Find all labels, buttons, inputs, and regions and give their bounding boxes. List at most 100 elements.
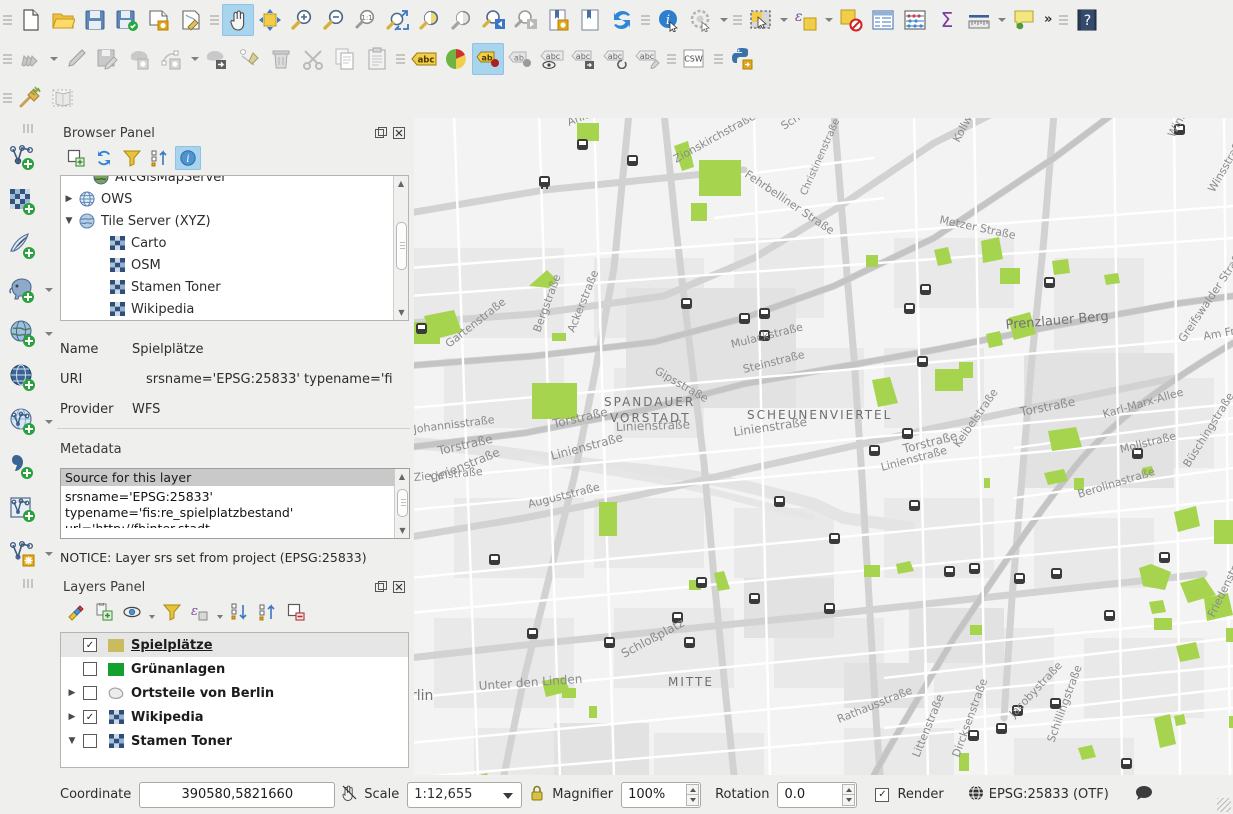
rotate-label-icon[interactable]: abc <box>600 43 632 75</box>
toolbar-grip[interactable] <box>641 9 650 31</box>
metadata-box[interactable]: Source for this layer srsname='EPSG:2583… <box>60 468 410 539</box>
map-tips-icon[interactable] <box>1008 4 1040 36</box>
lock-icon[interactable] <box>530 785 544 805</box>
save-project-icon[interactable] <box>79 4 111 36</box>
scrollbar-thumb[interactable] <box>397 489 408 517</box>
add-wfs-layer-button[interactable] <box>0 400 55 444</box>
measure-line-icon[interactable] <box>963 4 995 36</box>
add-selected-layers-button[interactable] <box>63 146 89 170</box>
add-spatialite-layer-button[interactable] <box>0 312 55 356</box>
expander-icon[interactable]: ▶ <box>61 194 77 204</box>
scroll-up-icon[interactable]: ▲ <box>394 176 408 191</box>
chevron-down-icon[interactable] <box>717 4 730 36</box>
zoom-full-icon[interactable] <box>382 4 414 36</box>
browser-tree[interactable]: ArcGisMapServer ▶ OWS ▼ Tile Server (XYZ) Car… <box>60 175 409 321</box>
spinner-down-icon[interactable] <box>842 793 856 806</box>
chevron-down-icon[interactable] <box>42 274 55 306</box>
filter-legend-button[interactable] <box>159 600 185 624</box>
refresh-button[interactable] <box>91 146 117 170</box>
layer-row[interactable]: ▶ Ortsteile von Berlin <box>61 681 408 705</box>
open-layer-styling-button[interactable] <box>63 600 89 624</box>
layer-row[interactable]: ▶ ✓ Wikipedia <box>61 705 408 729</box>
expander-icon[interactable]: ▼ <box>61 736 83 746</box>
chevron-down-icon[interactable] <box>47 43 60 75</box>
chevron-down-icon[interactable] <box>215 600 225 624</box>
new-print-composer-icon[interactable] <box>143 4 175 36</box>
new-project-icon[interactable] <box>15 4 47 36</box>
move-feature-icon[interactable] <box>201 43 233 75</box>
help-icon[interactable]: ? <box>1071 4 1103 36</box>
copy-features-icon[interactable] <box>329 43 361 75</box>
zoom-next-icon[interactable] <box>510 4 542 36</box>
add-mesh-layer-icon[interactable] <box>3 226 43 266</box>
move-label-icon[interactable]: abc <box>568 43 600 75</box>
browser-tree-item[interactable]: Carto <box>61 232 394 254</box>
add-wms-layer-button[interactable] <box>0 356 55 400</box>
layer-row[interactable]: ▼ Stamen Toner <box>61 729 408 753</box>
add-delimited-text-layer-icon[interactable] <box>3 446 43 486</box>
zoom-to-layer-icon[interactable] <box>446 4 478 36</box>
pin-labels-icon[interactable]: ab <box>472 42 504 75</box>
show-bookmarks-icon[interactable] <box>574 4 606 36</box>
add-vector-layer-button[interactable] <box>0 136 55 180</box>
layers-list[interactable]: ✓ Spielplätze Grünanlagen ▶ Ortsteile von Be… <box>60 632 409 768</box>
deselect-features-icon[interactable] <box>835 4 867 36</box>
crs-icon[interactable] <box>968 785 984 805</box>
chevron-down-icon[interactable] <box>995 4 1008 36</box>
rotation-input[interactable]: 0.0 <box>777 781 858 808</box>
delete-selected-icon[interactable] <box>265 43 297 75</box>
zoom-to-selection-icon[interactable] <box>414 4 446 36</box>
refresh-icon[interactable] <box>606 4 638 36</box>
chevron-down-icon[interactable] <box>147 600 157 624</box>
remove-layer-button[interactable] <box>283 600 309 624</box>
scale-combo[interactable]: 1:12,655 <box>407 781 523 808</box>
close-icon[interactable] <box>392 126 406 140</box>
toolbar-overflow-icon[interactable]: » <box>1040 12 1056 27</box>
add-spatialite-layer-icon[interactable] <box>3 314 42 354</box>
toolbar-grip[interactable] <box>3 48 12 70</box>
expander-icon[interactable]: ▼ <box>61 216 77 226</box>
select-by-expression-icon[interactable]: ɛ <box>790 4 822 36</box>
add-wms-layer-icon[interactable] <box>3 358 43 398</box>
add-postgis-layer-icon[interactable] <box>3 270 42 310</box>
properties-widget-button[interactable]: i <box>175 146 201 170</box>
zoom-native-icon[interactable]: 1:1 <box>350 4 382 36</box>
expander-icon[interactable]: ▶ <box>61 712 83 722</box>
add-raster-layer-icon[interactable] <box>3 182 43 222</box>
toolbar-grip[interactable] <box>17 124 39 133</box>
pan-to-selection-icon[interactable] <box>254 4 286 36</box>
toggle-editing-icon[interactable] <box>60 43 92 75</box>
layer-row[interactable]: Grünanlagen <box>61 657 408 681</box>
python-console-icon[interactable] <box>726 43 758 75</box>
expand-all-button[interactable] <box>227 600 253 624</box>
diagram-icon[interactable] <box>440 43 472 75</box>
add-vector-layer-icon[interactable] <box>3 138 43 178</box>
collapse-all-button[interactable] <box>255 600 281 624</box>
browser-tree-item[interactable]: Stamen Toner <box>61 276 394 298</box>
toolbar-grip[interactable] <box>1059 9 1069 31</box>
scrollbar-thumb[interactable] <box>396 222 407 270</box>
layer-row[interactable]: ✓ Spielplätze <box>61 633 408 657</box>
map-canvas[interactable]: Ankl…Schwedter StraßeZionskirchstraßeFeh… <box>414 118 1233 775</box>
select-features-icon[interactable] <box>745 4 777 36</box>
layer-visibility-checkbox[interactable] <box>83 734 97 748</box>
add-mesh-layer-button[interactable] <box>0 224 55 268</box>
chevron-down-icon[interactable] <box>42 406 55 438</box>
toolbar-grip[interactable] <box>3 87 12 109</box>
add-raster-layer-button[interactable] <box>0 180 55 224</box>
toolbar-grip[interactable] <box>396 48 405 70</box>
undock-icon[interactable] <box>374 126 388 140</box>
browser-tree-item[interactable]: ▶ OWS <box>61 188 394 210</box>
statistical-summary-icon[interactable]: Σ <box>931 4 963 36</box>
add-delimited-text-layer-button[interactable] <box>0 444 55 488</box>
node-tool-icon[interactable] <box>233 43 265 75</box>
browser-tree-item[interactable]: ▼ Tile Server (XYZ) <box>61 210 394 232</box>
highlight-labels-icon[interactable]: abc <box>536 43 568 75</box>
open-project-icon[interactable] <box>47 4 79 36</box>
expander-icon[interactable]: ▶ <box>61 688 83 698</box>
layer-visibility-checkbox[interactable] <box>83 686 97 700</box>
filter-browser-button[interactable] <box>119 146 145 170</box>
new-bookmark-icon[interactable] <box>542 4 574 36</box>
map-render[interactable]: Ankl…Schwedter StraßeZionskirchstraßeFeh… <box>414 118 1233 775</box>
browser-tree-item[interactable]: ArcGisMapServer <box>61 176 394 188</box>
